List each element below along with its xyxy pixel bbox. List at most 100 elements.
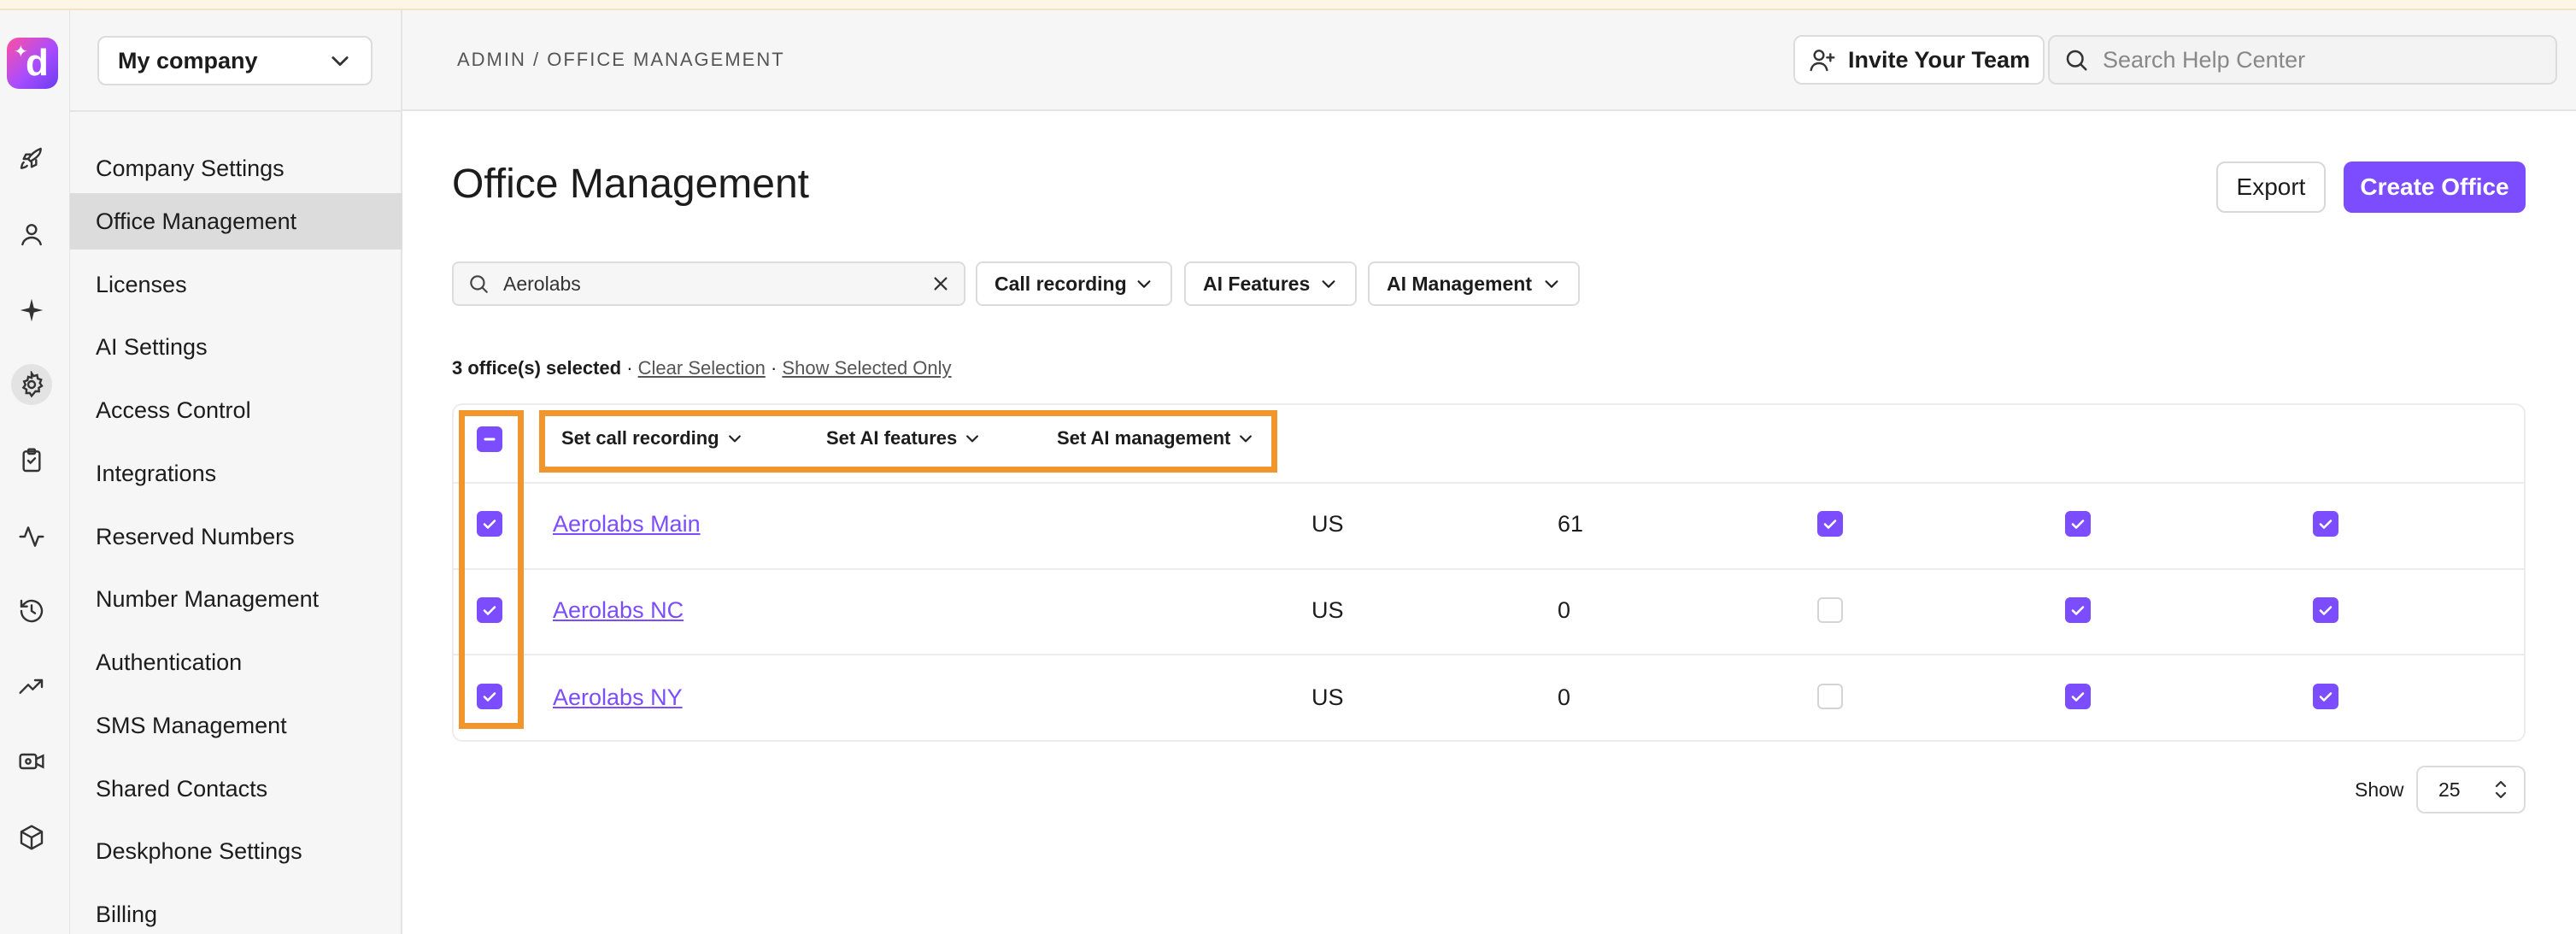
call-recording-filter[interactable]: Call recording <box>976 261 1172 306</box>
chevron-down-icon <box>1545 280 1558 288</box>
selection-summary: 3 office(s) selected · Clear Selection ·… <box>452 357 952 379</box>
call-recording-filter-label: Call recording <box>995 272 1127 295</box>
ai-management-checkbox[interactable] <box>2313 684 2338 709</box>
check-icon <box>2319 692 2332 702</box>
office-name-link[interactable]: Aerolabs NY <box>553 684 683 711</box>
add-user-icon <box>1810 50 1835 72</box>
call-recording-checkbox[interactable] <box>1817 684 1843 709</box>
trending-icon[interactable] <box>11 667 52 708</box>
company-selector[interactable]: My company <box>97 36 373 85</box>
search-icon <box>470 275 488 293</box>
sidebar: My company Company Settings Office Manag… <box>70 10 402 934</box>
ai-features-filter[interactable]: AI Features <box>1184 261 1357 306</box>
sidebar-item-office-management[interactable]: Office Management <box>70 193 402 250</box>
sidebar-item-label: Reserved Numbers <box>96 523 295 549</box>
top-header: ADMIN / OFFICE MANAGEMENT Invite Your Te… <box>402 10 2576 111</box>
history-icon[interactable] <box>11 590 52 631</box>
ai-management-filter[interactable]: AI Management <box>1368 261 1580 306</box>
company-name: My company <box>118 47 258 73</box>
show-selected-only-link[interactable]: Show Selected Only <box>782 357 951 379</box>
separator-dot: · <box>770 357 777 379</box>
search-icon <box>2066 50 2087 71</box>
sidebar-item-label: Deskphone Settings <box>96 837 302 864</box>
box-icon[interactable] <box>11 817 52 858</box>
sidebar-item-label: SMS Management <box>96 712 287 738</box>
ai-features-checkbox[interactable] <box>2065 511 2091 537</box>
ai-management-checkbox[interactable] <box>2313 511 2338 537</box>
office-search-box[interactable] <box>452 261 965 306</box>
sidebar-item-authentication[interactable]: Authentication <box>70 634 402 690</box>
office-name-link[interactable]: Aerolabs NC <box>553 597 684 624</box>
office-country: US <box>1311 511 1344 537</box>
sidebar-item-label: Integrations <box>96 460 217 486</box>
call-recording-checkbox[interactable] <box>1817 511 1843 537</box>
table-divider <box>452 568 2526 570</box>
office-user-count: 0 <box>1558 684 1571 710</box>
gear-icon[interactable] <box>11 364 52 405</box>
check-icon <box>2319 520 2332 529</box>
office-user-count: 0 <box>1558 597 1571 623</box>
sidebar-item-access-control[interactable]: Access Control <box>70 382 402 438</box>
chevron-updown-icon <box>2495 780 2507 799</box>
ai-management-filter-label: AI Management <box>1387 272 1532 295</box>
sidebar-item-ai-settings[interactable]: AI Settings <box>70 319 402 375</box>
sidebar-item-integrations[interactable]: Integrations <box>70 445 402 502</box>
sidebar-item-label: Access Control <box>96 397 251 423</box>
top-banner-strip <box>0 0 2576 10</box>
icon-rail: ✦ d <box>0 10 70 934</box>
sidebar-item-number-management[interactable]: Number Management <box>70 571 402 627</box>
page-size-select[interactable]: 25 <box>2416 766 2526 814</box>
page-title: Office Management <box>452 162 810 207</box>
help-search-box[interactable] <box>2048 35 2557 85</box>
sidebar-item-label: Office Management <box>96 208 297 234</box>
table-divider <box>452 482 2526 484</box>
sidebar-item-label: AI Settings <box>96 333 208 360</box>
video-icon[interactable] <box>11 741 52 782</box>
ai-features-checkbox[interactable] <box>2065 597 2091 623</box>
sidebar-item-sms-management[interactable]: SMS Management <box>70 697 402 754</box>
sidebar-item-label: Company Settings <box>96 155 285 181</box>
breadcrumb: ADMIN / OFFICE MANAGEMENT <box>457 49 785 70</box>
office-country: US <box>1311 597 1344 623</box>
app-logo[interactable]: ✦ d <box>7 38 58 89</box>
chevron-down-icon <box>332 56 349 67</box>
sidebar-item-reserved-numbers[interactable]: Reserved Numbers <box>70 508 402 565</box>
invite-team-button[interactable]: Invite Your Team <box>1793 35 2045 85</box>
export-button[interactable]: Export <box>2216 162 2326 213</box>
selected-count: 3 office(s) selected <box>452 357 622 379</box>
table-divider <box>452 654 2526 655</box>
office-search-input[interactable] <box>503 272 918 296</box>
person-icon[interactable] <box>11 214 52 255</box>
sidebar-item-shared-contacts[interactable]: Shared Contacts <box>70 761 402 817</box>
ai-features-filter-label: AI Features <box>1203 272 1311 295</box>
sidebar-item-billing[interactable]: Billing <box>70 886 402 934</box>
activity-icon[interactable] <box>11 516 52 557</box>
separator-dot: · <box>626 357 633 379</box>
clear-selection-link[interactable]: Clear Selection <box>638 357 766 379</box>
call-recording-checkbox[interactable] <box>1817 597 1843 623</box>
chevron-down-icon <box>1322 280 1335 288</box>
office-name-link[interactable]: Aerolabs Main <box>553 511 701 537</box>
sidebar-item-label: Number Management <box>96 585 320 612</box>
sidebar-item-label: Licenses <box>96 271 187 297</box>
help-search-input[interactable] <box>2103 46 2530 73</box>
sparkle-nav-icon[interactable] <box>11 290 52 331</box>
office-user-count: 61 <box>1558 511 1584 537</box>
check-icon <box>1823 520 1837 529</box>
create-office-button[interactable]: Create Office <box>2344 162 2526 213</box>
checkbox-column-highlight <box>459 410 524 729</box>
sidebar-item-deskphone-settings[interactable]: Deskphone Settings <box>70 823 402 879</box>
sidebar-item-licenses[interactable]: Licenses <box>70 256 402 313</box>
ai-management-checkbox[interactable] <box>2313 597 2338 623</box>
clipboard-icon[interactable] <box>11 440 52 481</box>
invite-team-label: Invite Your Team <box>1848 46 2031 73</box>
sidebar-divider <box>70 110 402 112</box>
rocket-icon[interactable] <box>11 138 52 179</box>
bulk-actions-highlight <box>539 410 1277 473</box>
chevron-down-icon <box>1137 280 1151 288</box>
ai-features-checkbox[interactable] <box>2065 684 2091 709</box>
check-icon <box>2071 520 2085 529</box>
clear-search-icon[interactable] <box>931 274 950 293</box>
office-country: US <box>1311 684 1344 710</box>
sidebar-item-company-settings[interactable]: Company Settings <box>70 140 402 197</box>
